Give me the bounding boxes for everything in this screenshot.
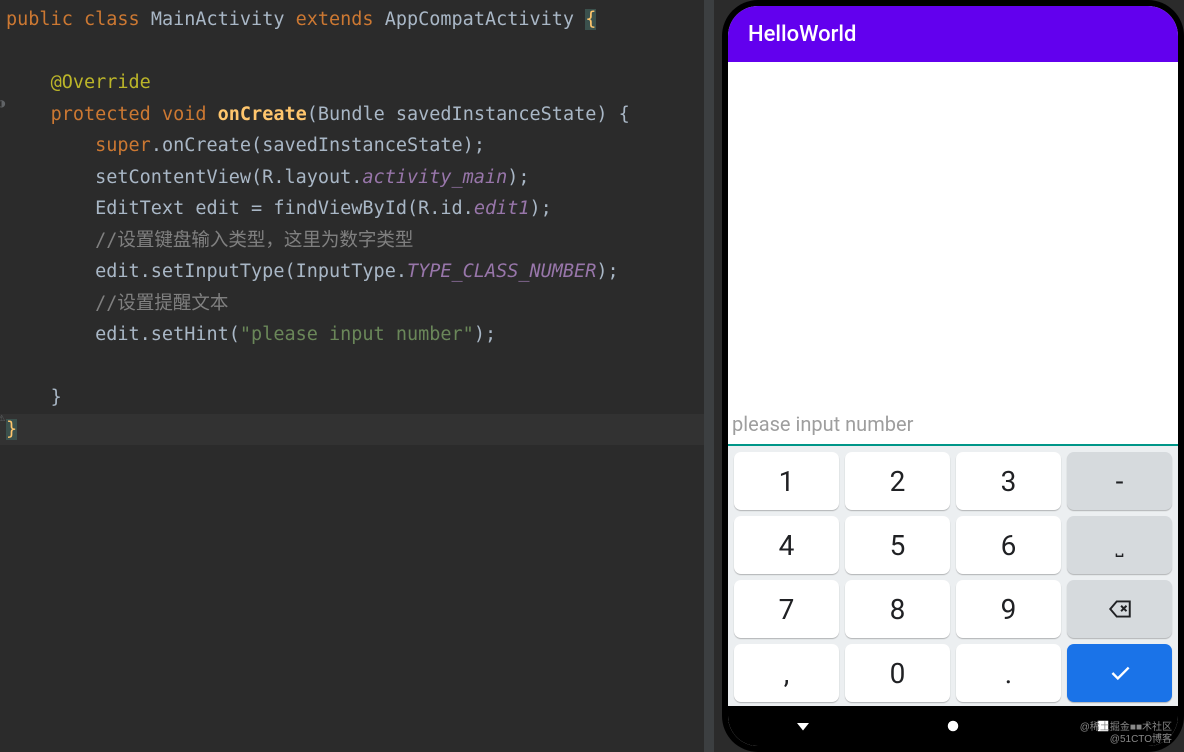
key-2[interactable]: 2 xyxy=(845,452,950,510)
override-marker-icon: ◑ xyxy=(0,88,5,120)
triangle-down-icon xyxy=(794,717,812,735)
code-editor[interactable]: ◑ ⚠ public class MainActivity extends Ap… xyxy=(0,0,714,752)
key-comma[interactable]: , xyxy=(734,644,839,702)
phone-screen: HelloWorld 1 2 3 - 4 5 6 ⎵ 7 8 9 , 0 . xyxy=(728,6,1178,746)
code-line[interactable]: //设置提醒文本 xyxy=(0,288,714,320)
app-bar: HelloWorld xyxy=(728,6,1178,62)
code-line[interactable]: edit.setInputType(InputType.TYPE_CLASS_N… xyxy=(0,256,714,288)
number-input[interactable] xyxy=(728,404,1178,446)
key-3[interactable]: 3 xyxy=(956,452,1061,510)
code-line[interactable]: setContentView(R.layout.activity_main); xyxy=(0,162,714,194)
key-backspace[interactable] xyxy=(1067,580,1172,638)
key-minus[interactable]: - xyxy=(1067,452,1172,510)
vertical-scrollbar[interactable] xyxy=(704,0,714,752)
code-line[interactable]: edit.setHint("please input number"); xyxy=(0,319,714,351)
code-line[interactable]: @Override xyxy=(0,67,714,99)
circle-icon xyxy=(944,717,962,735)
code-line[interactable]: } xyxy=(0,382,714,414)
code-line[interactable]: public class MainActivity extends AppCom… xyxy=(0,4,714,36)
code-line[interactable]: protected void onCreate(Bundle savedInst… xyxy=(0,99,714,131)
code-line[interactable] xyxy=(0,36,714,68)
watermark: @稀土掘金■■术社区 @51CTO博客 xyxy=(1080,722,1172,746)
nav-back-button[interactable] xyxy=(794,717,812,735)
code-line[interactable] xyxy=(0,351,714,383)
warning-marker-icon: ⚠ xyxy=(0,402,5,434)
number-keyboard: 1 2 3 - 4 5 6 ⎵ 7 8 9 , 0 . xyxy=(728,446,1178,706)
app-content xyxy=(728,62,1178,446)
key-4[interactable]: 4 xyxy=(734,516,839,574)
code-line[interactable]: EditText edit = findViewById(R.id.edit1)… xyxy=(0,193,714,225)
key-5[interactable]: 5 xyxy=(845,516,950,574)
key-8[interactable]: 8 xyxy=(845,580,950,638)
key-7[interactable]: 7 xyxy=(734,580,839,638)
key-9[interactable]: 9 xyxy=(956,580,1061,638)
code-line[interactable]: super.onCreate(savedInstanceState); xyxy=(0,130,714,162)
key-1[interactable]: 1 xyxy=(734,452,839,510)
phone-frame: HelloWorld 1 2 3 - 4 5 6 ⎵ 7 8 9 , 0 . xyxy=(722,0,1184,752)
key-6[interactable]: 6 xyxy=(956,516,1061,574)
backspace-icon xyxy=(1107,596,1133,622)
key-period[interactable]: . xyxy=(956,644,1061,702)
code-line[interactable]: //设置键盘输入类型，这里为数字类型 xyxy=(0,225,714,257)
key-space[interactable]: ⎵ xyxy=(1067,516,1172,574)
app-title: HelloWorld xyxy=(748,22,856,47)
key-0[interactable]: 0 xyxy=(845,644,950,702)
code-line-cursor[interactable]: } xyxy=(0,414,714,446)
nav-home-button[interactable] xyxy=(944,717,962,735)
check-icon xyxy=(1107,660,1133,686)
key-done[interactable] xyxy=(1067,644,1172,702)
